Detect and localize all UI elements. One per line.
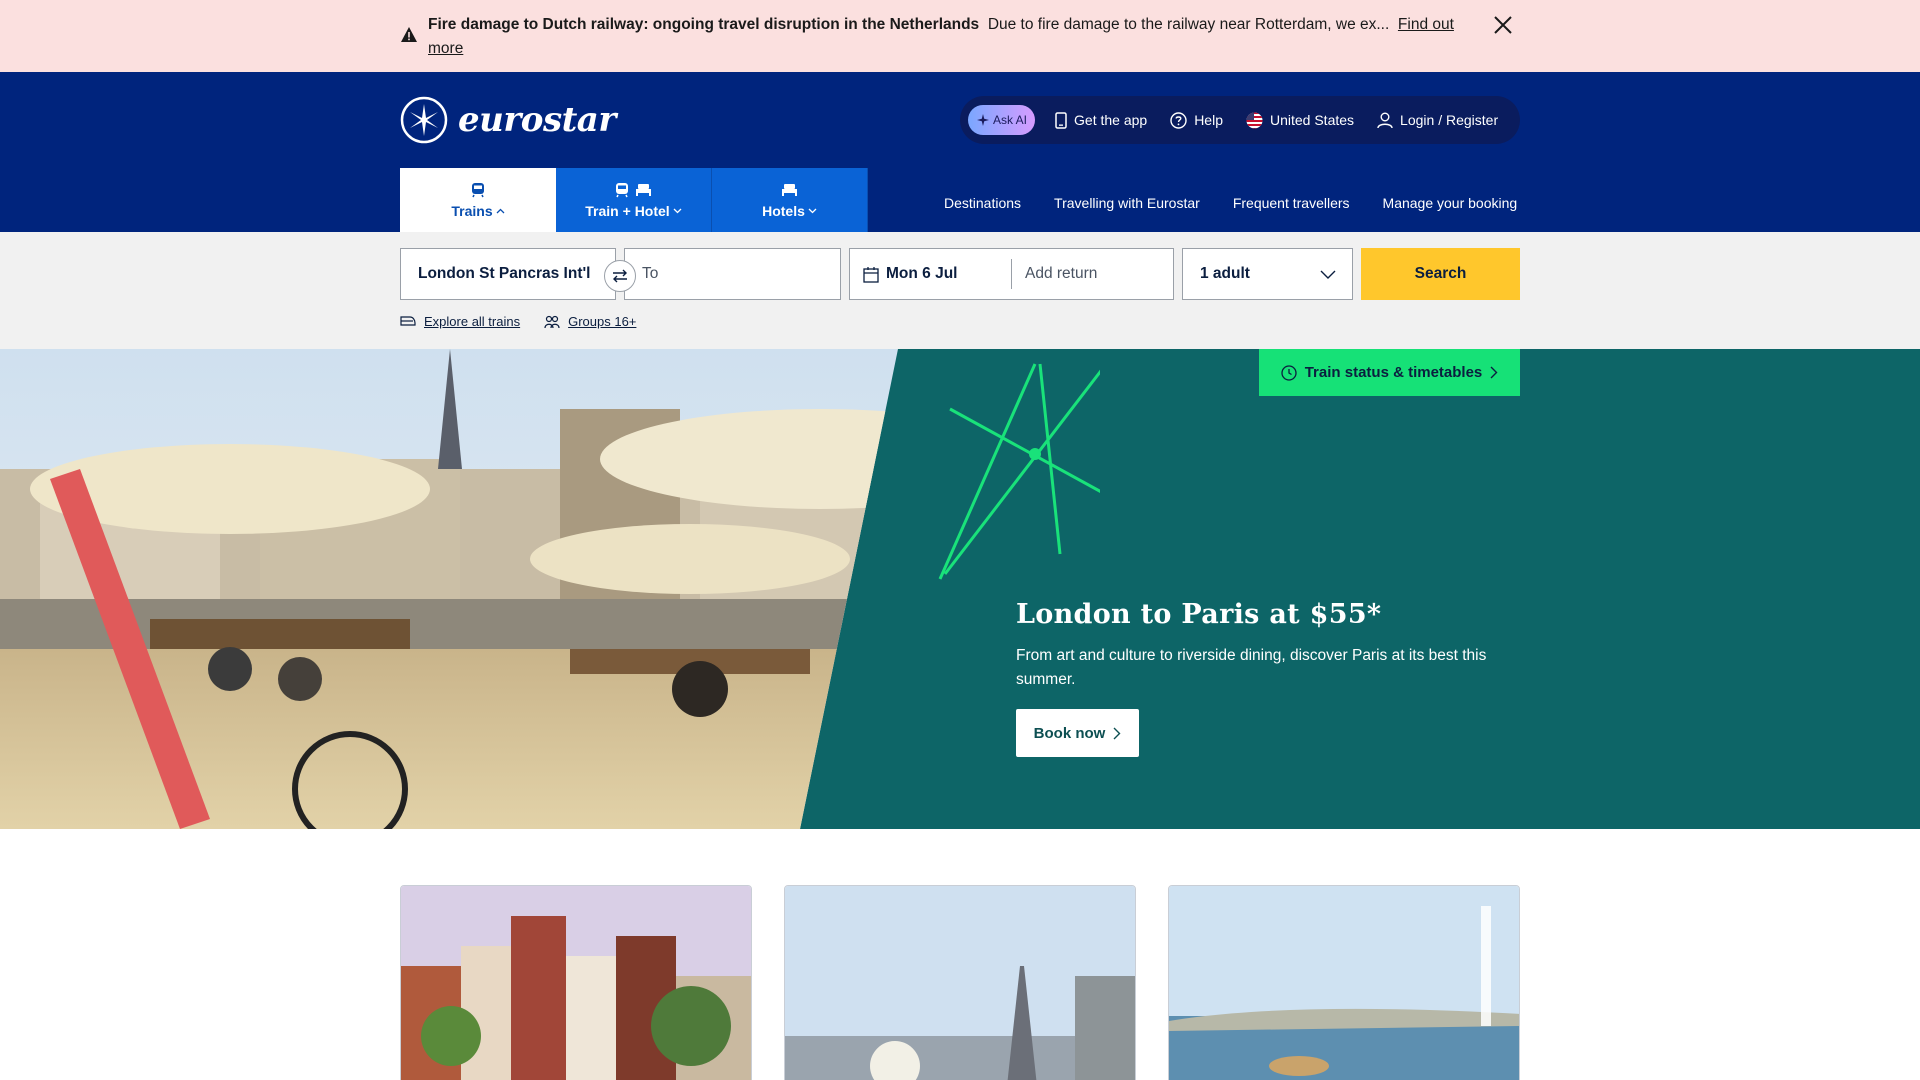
destination-card-geneva[interactable] xyxy=(1168,885,1520,1080)
ask-ai-label: Ask AI xyxy=(993,113,1028,127)
geneva-lake-fountain-photo xyxy=(1169,886,1519,1080)
nav-destinations[interactable]: Destinations xyxy=(944,195,1021,211)
eurostar-logo[interactable]: eurostar xyxy=(400,95,616,145)
search-button[interactable]: Search xyxy=(1361,248,1520,300)
groups-link[interactable]: Groups 16+ xyxy=(544,314,636,329)
bed-icon xyxy=(636,184,651,196)
passengers-select[interactable]: 1 adult xyxy=(1182,248,1353,300)
chevron-down-icon xyxy=(808,208,817,214)
swap-arrows-icon xyxy=(613,269,627,283)
user-icon xyxy=(1377,112,1393,128)
paris-eiffel-tower-photo xyxy=(785,886,1135,1080)
calendar-icon xyxy=(863,266,879,283)
to-station-field[interactable]: To xyxy=(624,248,841,300)
tab-hotels[interactable]: Hotels xyxy=(712,168,868,232)
chevron-down-icon xyxy=(673,208,682,214)
destination-card-amsterdam[interactable] xyxy=(400,885,752,1080)
clock-icon xyxy=(1281,364,1297,381)
train-status-button[interactable]: Train status & timetables xyxy=(1259,349,1520,396)
outbound-date-value: Mon 6 Jul xyxy=(886,265,958,282)
tab-train-hotel-label: Train + Hotel xyxy=(585,203,670,219)
destination-card-paris[interactable] xyxy=(784,885,1136,1080)
paris-riverside-photo xyxy=(0,349,1100,829)
tab-hotels-label: Hotels xyxy=(762,203,805,219)
groups-label: Groups 16+ xyxy=(568,314,637,329)
bed-icon xyxy=(782,184,797,196)
utility-bar: Ask AI Get the app Help United States Lo… xyxy=(960,96,1520,144)
help-link[interactable]: Help xyxy=(1170,111,1223,129)
book-now-button[interactable]: Book now xyxy=(1016,709,1139,757)
to-station-placeholder: To xyxy=(642,265,659,282)
phone-icon xyxy=(1055,111,1067,129)
from-station-value: London St Pancras Int'l xyxy=(418,265,591,282)
hero-title: London to Paris at $55* xyxy=(1016,599,1382,630)
date-field[interactable]: Mon 6 Jul Add return xyxy=(849,248,1174,300)
tab-trains-label: Trains xyxy=(451,203,493,219)
explore-all-trains-label: Explore all trains xyxy=(424,314,521,329)
warning-icon xyxy=(401,27,417,42)
alert-body: Due to fire damage to the railway near R… xyxy=(987,16,1390,33)
ask-ai-button[interactable]: Ask AI xyxy=(968,105,1036,135)
chevron-right-icon xyxy=(1113,727,1121,739)
get-the-app-label: Get the app xyxy=(1074,112,1148,128)
main-navigation: Destinations Travelling with Eurostar Fr… xyxy=(944,195,1517,211)
search-sub-links: Explore all trains Groups 16+ xyxy=(400,314,636,329)
get-the-app-link[interactable]: Get the app xyxy=(1055,111,1148,129)
hero-description: From art and culture to riverside dining… xyxy=(1016,647,1487,688)
nav-travelling-with-eurostar[interactable]: Travelling with Eurostar xyxy=(1054,195,1200,211)
product-tabs: Trains Train + Hotel Hotels xyxy=(400,168,868,232)
train-status-label: Train status & timetables xyxy=(1304,364,1483,381)
train-side-icon xyxy=(400,316,416,326)
close-icon[interactable] xyxy=(1492,14,1514,36)
brand-name: eurostar xyxy=(458,100,616,140)
disruption-alert-banner: Fire damage to Dutch railway: ongoing tr… xyxy=(0,0,1920,72)
alert-title: Fire damage to Dutch railway: ongoing tr… xyxy=(428,16,980,33)
from-station-field[interactable]: London St Pancras Int'l xyxy=(400,248,616,300)
country-selector[interactable]: United States xyxy=(1246,112,1354,129)
swap-stations-button[interactable] xyxy=(604,260,636,292)
destination-cards xyxy=(400,885,1520,1080)
tab-trains[interactable]: Trains xyxy=(400,168,556,232)
country-label: United States xyxy=(1269,112,1355,128)
nav-manage-booking[interactable]: Manage your booking xyxy=(1383,195,1518,211)
us-flag-icon xyxy=(1246,112,1263,128)
alert-text: Fire damage to Dutch railway: ongoing tr… xyxy=(428,13,1478,61)
group-icon xyxy=(544,315,560,328)
train-icon xyxy=(472,183,484,198)
chevron-right-icon xyxy=(1490,366,1498,379)
site-header: eurostar Ask AI Get the app Help United … xyxy=(0,72,1920,232)
chevron-down-icon xyxy=(1320,270,1336,279)
passengers-value: 1 adult xyxy=(1200,265,1250,282)
train-icon xyxy=(616,183,628,198)
promo-hero: Train status & timetables London to Pari… xyxy=(0,349,1920,829)
add-return-placeholder[interactable]: Add return xyxy=(1012,265,1097,283)
amsterdam-canal-houses-photo xyxy=(401,886,751,1080)
nav-frequent-travellers[interactable]: Frequent travellers xyxy=(1233,195,1350,211)
journey-search-panel: London St Pancras Int'l To Mon 6 Jul Add… xyxy=(0,232,1920,349)
chevron-up-icon xyxy=(496,208,505,214)
explore-all-trains-link[interactable]: Explore all trains xyxy=(400,314,520,329)
tab-train-hotel[interactable]: Train + Hotel xyxy=(556,168,712,232)
book-now-label: Book now xyxy=(1033,724,1106,742)
star-logo-icon xyxy=(400,96,448,144)
help-label: Help xyxy=(1194,112,1223,128)
sparkle-icon xyxy=(977,114,989,126)
login-label: Login / Register xyxy=(1400,112,1499,128)
login-register-link[interactable]: Login / Register xyxy=(1377,112,1498,129)
outbound-date[interactable]: Mon 6 Jul xyxy=(850,259,1012,289)
help-icon xyxy=(1170,111,1187,129)
